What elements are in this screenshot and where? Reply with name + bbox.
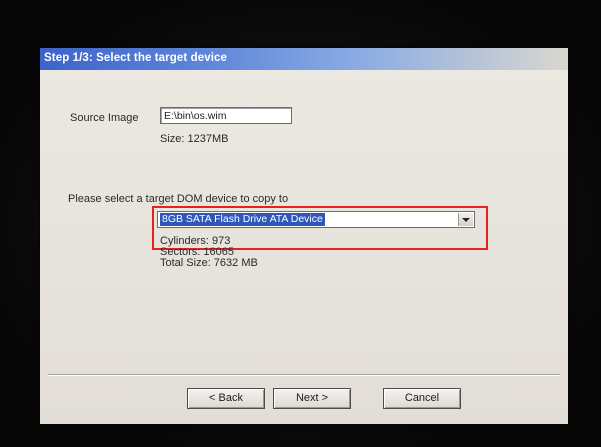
source-image-label: Source Image <box>70 112 139 124</box>
selected-device-value: 8GB SATA Flash Drive ATA Device <box>160 213 325 226</box>
button-separator <box>48 374 560 376</box>
next-button[interactable]: Next > <box>273 388 351 409</box>
chevron-down-icon <box>462 217 470 222</box>
window-title: Step 1/3: Select the target device <box>44 52 227 64</box>
title-bar: Step 1/3: Select the target device <box>40 48 568 70</box>
source-image-field[interactable]: E:\bin\os.wim <box>160 107 292 124</box>
monitor-bezel: Step 1/3: Select the target device Sourc… <box>0 0 601 447</box>
back-button[interactable]: < Back <box>187 388 265 409</box>
cancel-button[interactable]: Cancel <box>383 388 461 409</box>
dropdown-button[interactable] <box>458 213 473 226</box>
total-size-text: Total Size: 7632 MB <box>160 257 258 269</box>
wizard-window: Step 1/3: Select the target device Sourc… <box>40 48 568 424</box>
target-prompt: Please select a target DOM device to cop… <box>68 193 289 205</box>
target-device-dropdown[interactable]: 8GB SATA Flash Drive ATA Device <box>157 211 475 228</box>
source-size-text: Size: 1237MB <box>160 133 229 145</box>
